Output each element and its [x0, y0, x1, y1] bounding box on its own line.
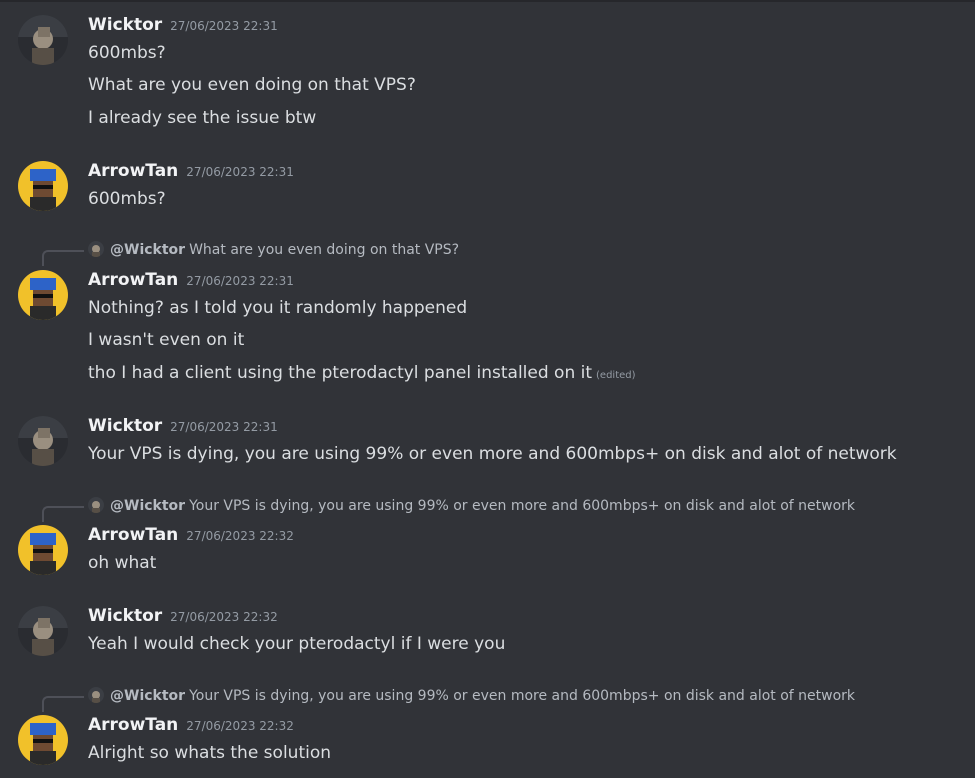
wicktor-avatar-icon[interactable] [18, 606, 68, 656]
message-text: I already see the issue btw [88, 108, 317, 128]
reply-mention[interactable]: @Wicktor [110, 498, 185, 514]
username[interactable]: ArrowTan [88, 715, 178, 735]
reply-spine [42, 506, 84, 522]
arrowtan-avatar-icon[interactable] [18, 525, 68, 575]
reply-preview[interactable]: @Wicktor What are you even doing on that … [88, 240, 459, 260]
edited-label: (edited) [596, 370, 636, 381]
timestamp[interactable]: 27/06/2023 22:31 [170, 420, 278, 434]
reply-mention[interactable]: @Wicktor [110, 688, 185, 704]
message-header: ArrowTan 27/06/2023 22:32 [88, 714, 294, 736]
message-text: I wasn't even on it [88, 330, 245, 350]
wicktor-avatar-icon[interactable] [18, 416, 68, 466]
message-header: Wicktor 27/06/2023 22:31 [88, 415, 278, 437]
timestamp[interactable]: 27/06/2023 22:32 [186, 529, 294, 543]
reply-mention[interactable]: @Wicktor [110, 242, 185, 258]
wicktor-avatar-icon [88, 687, 104, 703]
message-text: tho I had a client using the pterodactyl… [88, 363, 593, 383]
wicktor-avatar-icon [88, 497, 104, 513]
reply-text[interactable]: Your VPS is dying, you are using 99% or … [189, 688, 855, 704]
top-divider [0, 0, 975, 2]
message-header: ArrowTan 27/06/2023 22:31 [88, 160, 294, 182]
timestamp[interactable]: 27/06/2023 22:32 [170, 610, 278, 624]
username[interactable]: ArrowTan [88, 525, 178, 545]
message-text: 600mbs? [88, 189, 166, 209]
reply-text[interactable]: What are you even doing on that VPS? [189, 242, 459, 258]
username[interactable]: Wicktor [88, 606, 162, 626]
wicktor-avatar-icon[interactable] [18, 15, 68, 65]
timestamp[interactable]: 27/06/2023 22:32 [186, 719, 294, 733]
timestamp[interactable]: 27/06/2023 22:31 [170, 19, 278, 33]
message-text: What are you even doing on that VPS? [88, 75, 416, 95]
message-text: Your VPS is dying, you are using 99% or … [88, 444, 897, 464]
message-header: ArrowTan 27/06/2023 22:32 [88, 524, 294, 546]
message-text: 600mbs? [88, 43, 166, 63]
username[interactable]: ArrowTan [88, 161, 178, 181]
arrowtan-avatar-icon[interactable] [18, 161, 68, 211]
timestamp[interactable]: 27/06/2023 22:31 [186, 274, 294, 288]
message-text: Nothing? as I told you it randomly happe… [88, 298, 468, 318]
timestamp[interactable]: 27/06/2023 22:31 [186, 165, 294, 179]
message-text: oh what [88, 553, 157, 573]
message-header: Wicktor 27/06/2023 22:31 [88, 14, 278, 36]
reply-spine [42, 250, 84, 266]
username[interactable]: ArrowTan [88, 270, 178, 290]
username[interactable]: Wicktor [88, 15, 162, 35]
reply-text[interactable]: Your VPS is dying, you are using 99% or … [189, 498, 855, 514]
message-header: Wicktor 27/06/2023 22:32 [88, 605, 278, 627]
message-header: ArrowTan 27/06/2023 22:31 [88, 269, 294, 291]
wicktor-avatar-icon [88, 241, 104, 257]
arrowtan-avatar-icon[interactable] [18, 715, 68, 765]
reply-spine [42, 696, 84, 712]
arrowtan-avatar-icon[interactable] [18, 270, 68, 320]
message-text: Alright so whats the solution [88, 743, 332, 763]
username[interactable]: Wicktor [88, 416, 162, 436]
reply-preview[interactable]: @Wicktor Your VPS is dying, you are using… [88, 686, 855, 706]
reply-preview[interactable]: @Wicktor Your VPS is dying, you are using… [88, 496, 855, 516]
message-text: Yeah I would check your pterodactyl if I… [88, 634, 506, 654]
message-text: tho I had a client using the pterodactyl… [88, 362, 636, 387]
